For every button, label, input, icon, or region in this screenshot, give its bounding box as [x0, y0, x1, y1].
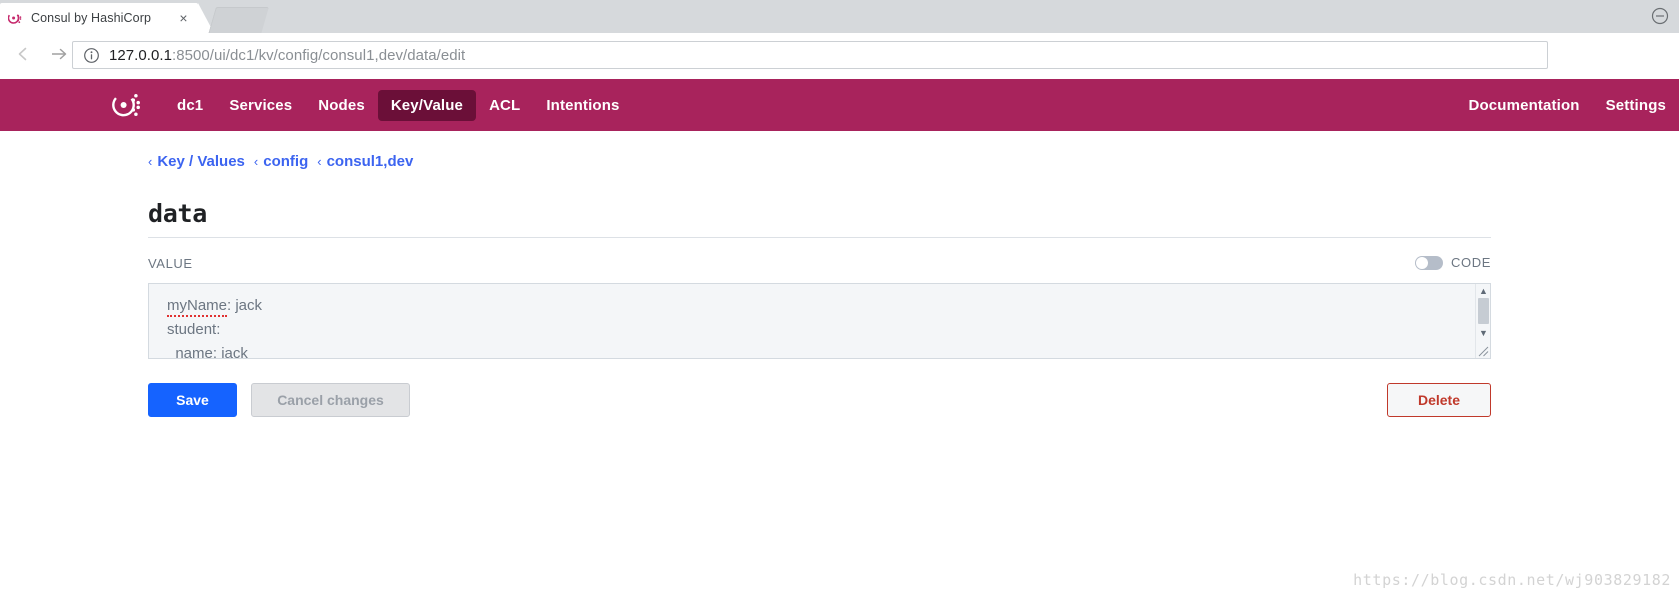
scroll-down-icon[interactable]: ▼: [1476, 326, 1490, 339]
breadcrumb-chevron-icon: ‹: [148, 154, 153, 169]
code-toggle-label: CODE: [1451, 255, 1491, 270]
new-tab-placeholder[interactable]: [208, 7, 269, 34]
back-icon[interactable]: [8, 39, 38, 69]
spellcheck-word: myName: [167, 297, 228, 317]
browser-tab[interactable]: Consul by HashiCorp ×: [0, 3, 214, 33]
nav-item-key-value[interactable]: Key/Value: [377, 89, 477, 121]
nav-item-nodes[interactable]: Nodes: [305, 90, 378, 121]
nav-item-intentions[interactable]: Intentions: [533, 90, 632, 121]
browser-tab-title: Consul by HashiCorp: [31, 11, 152, 25]
delete-button[interactable]: Delete: [1387, 383, 1491, 417]
value-line-3: name: jack: [167, 345, 248, 359]
consul-logo-icon[interactable]: [110, 87, 146, 123]
scrollbar-thumb[interactable]: [1478, 298, 1489, 324]
page-title: data: [148, 199, 208, 228]
address-bar-url: 127.0.0.1:8500/ui/dc1/kv/config/consul1,…: [109, 47, 465, 64]
address-bar[interactable]: 127.0.0.1:8500/ui/dc1/kv/config/consul1,…: [72, 41, 1548, 69]
value-textarea-content: myName: jack student: name: jack: [167, 294, 263, 359]
address-bar-host: 127.0.0.1: [109, 46, 173, 64]
breadcrumb-item-consul1-dev[interactable]: consul1,dev: [327, 153, 414, 170]
nav-item-documentation[interactable]: Documentation: [1456, 90, 1593, 121]
code-toggle-knob: [1416, 256, 1429, 269]
info-circle-icon[interactable]: [83, 47, 100, 64]
value-line-2: student:: [167, 321, 221, 338]
close-icon[interactable]: ×: [175, 10, 192, 27]
value-field-label: VALUE: [148, 256, 193, 271]
browser-tab-strip: Consul by HashiCorp ×: [0, 0, 1679, 34]
save-button[interactable]: Save: [148, 383, 237, 417]
code-toggle[interactable]: CODE: [1415, 255, 1491, 270]
nav-item-acl[interactable]: ACL: [476, 90, 533, 121]
address-bar-path: :8500/ui/dc1/kv/config/consul1,dev/data/…: [172, 46, 466, 64]
forward-icon[interactable]: [44, 39, 74, 69]
value-line-1-rest: : jack: [227, 297, 263, 314]
nav-item-services[interactable]: Services: [216, 90, 305, 121]
resize-handle-icon[interactable]: [1476, 344, 1489, 357]
nav-item-dc1[interactable]: dc1: [164, 90, 216, 121]
consul-nav-items: dc1 Services Nodes Key/Value ACL Intenti…: [164, 89, 633, 121]
nav-item-settings[interactable]: Settings: [1593, 90, 1679, 121]
breadcrumb-item-key-values[interactable]: Key / Values: [157, 153, 245, 170]
minimize-icon[interactable]: [1651, 7, 1669, 25]
value-textarea[interactable]: myName: jack student: name: jack ▲ ▼: [148, 283, 1491, 359]
breadcrumb-chevron-icon: ‹: [317, 154, 322, 169]
consul-nav-right: Documentation Settings: [1456, 79, 1679, 131]
main-content: ‹ Key / Values ‹ config ‹ consul1,dev da…: [0, 131, 1679, 603]
title-divider: [148, 237, 1491, 238]
code-toggle-switch[interactable]: [1415, 255, 1444, 270]
form-actions: Save Cancel changes Delete: [148, 383, 1491, 417]
consul-favicon-icon: [8, 10, 24, 26]
breadcrumb-chevron-icon: ‹: [253, 154, 259, 169]
scroll-up-icon[interactable]: ▲: [1476, 284, 1490, 297]
watermark: https://blog.csdn.net/wj903829182: [1353, 571, 1671, 589]
consul-main-nav: dc1 Services Nodes Key/Value ACL Intenti…: [0, 79, 1679, 131]
breadcrumb: ‹ Key / Values ‹ config ‹ consul1,dev: [148, 153, 422, 170]
breadcrumb-item-config[interactable]: config: [263, 153, 308, 170]
cancel-changes-button[interactable]: Cancel changes: [251, 383, 410, 417]
